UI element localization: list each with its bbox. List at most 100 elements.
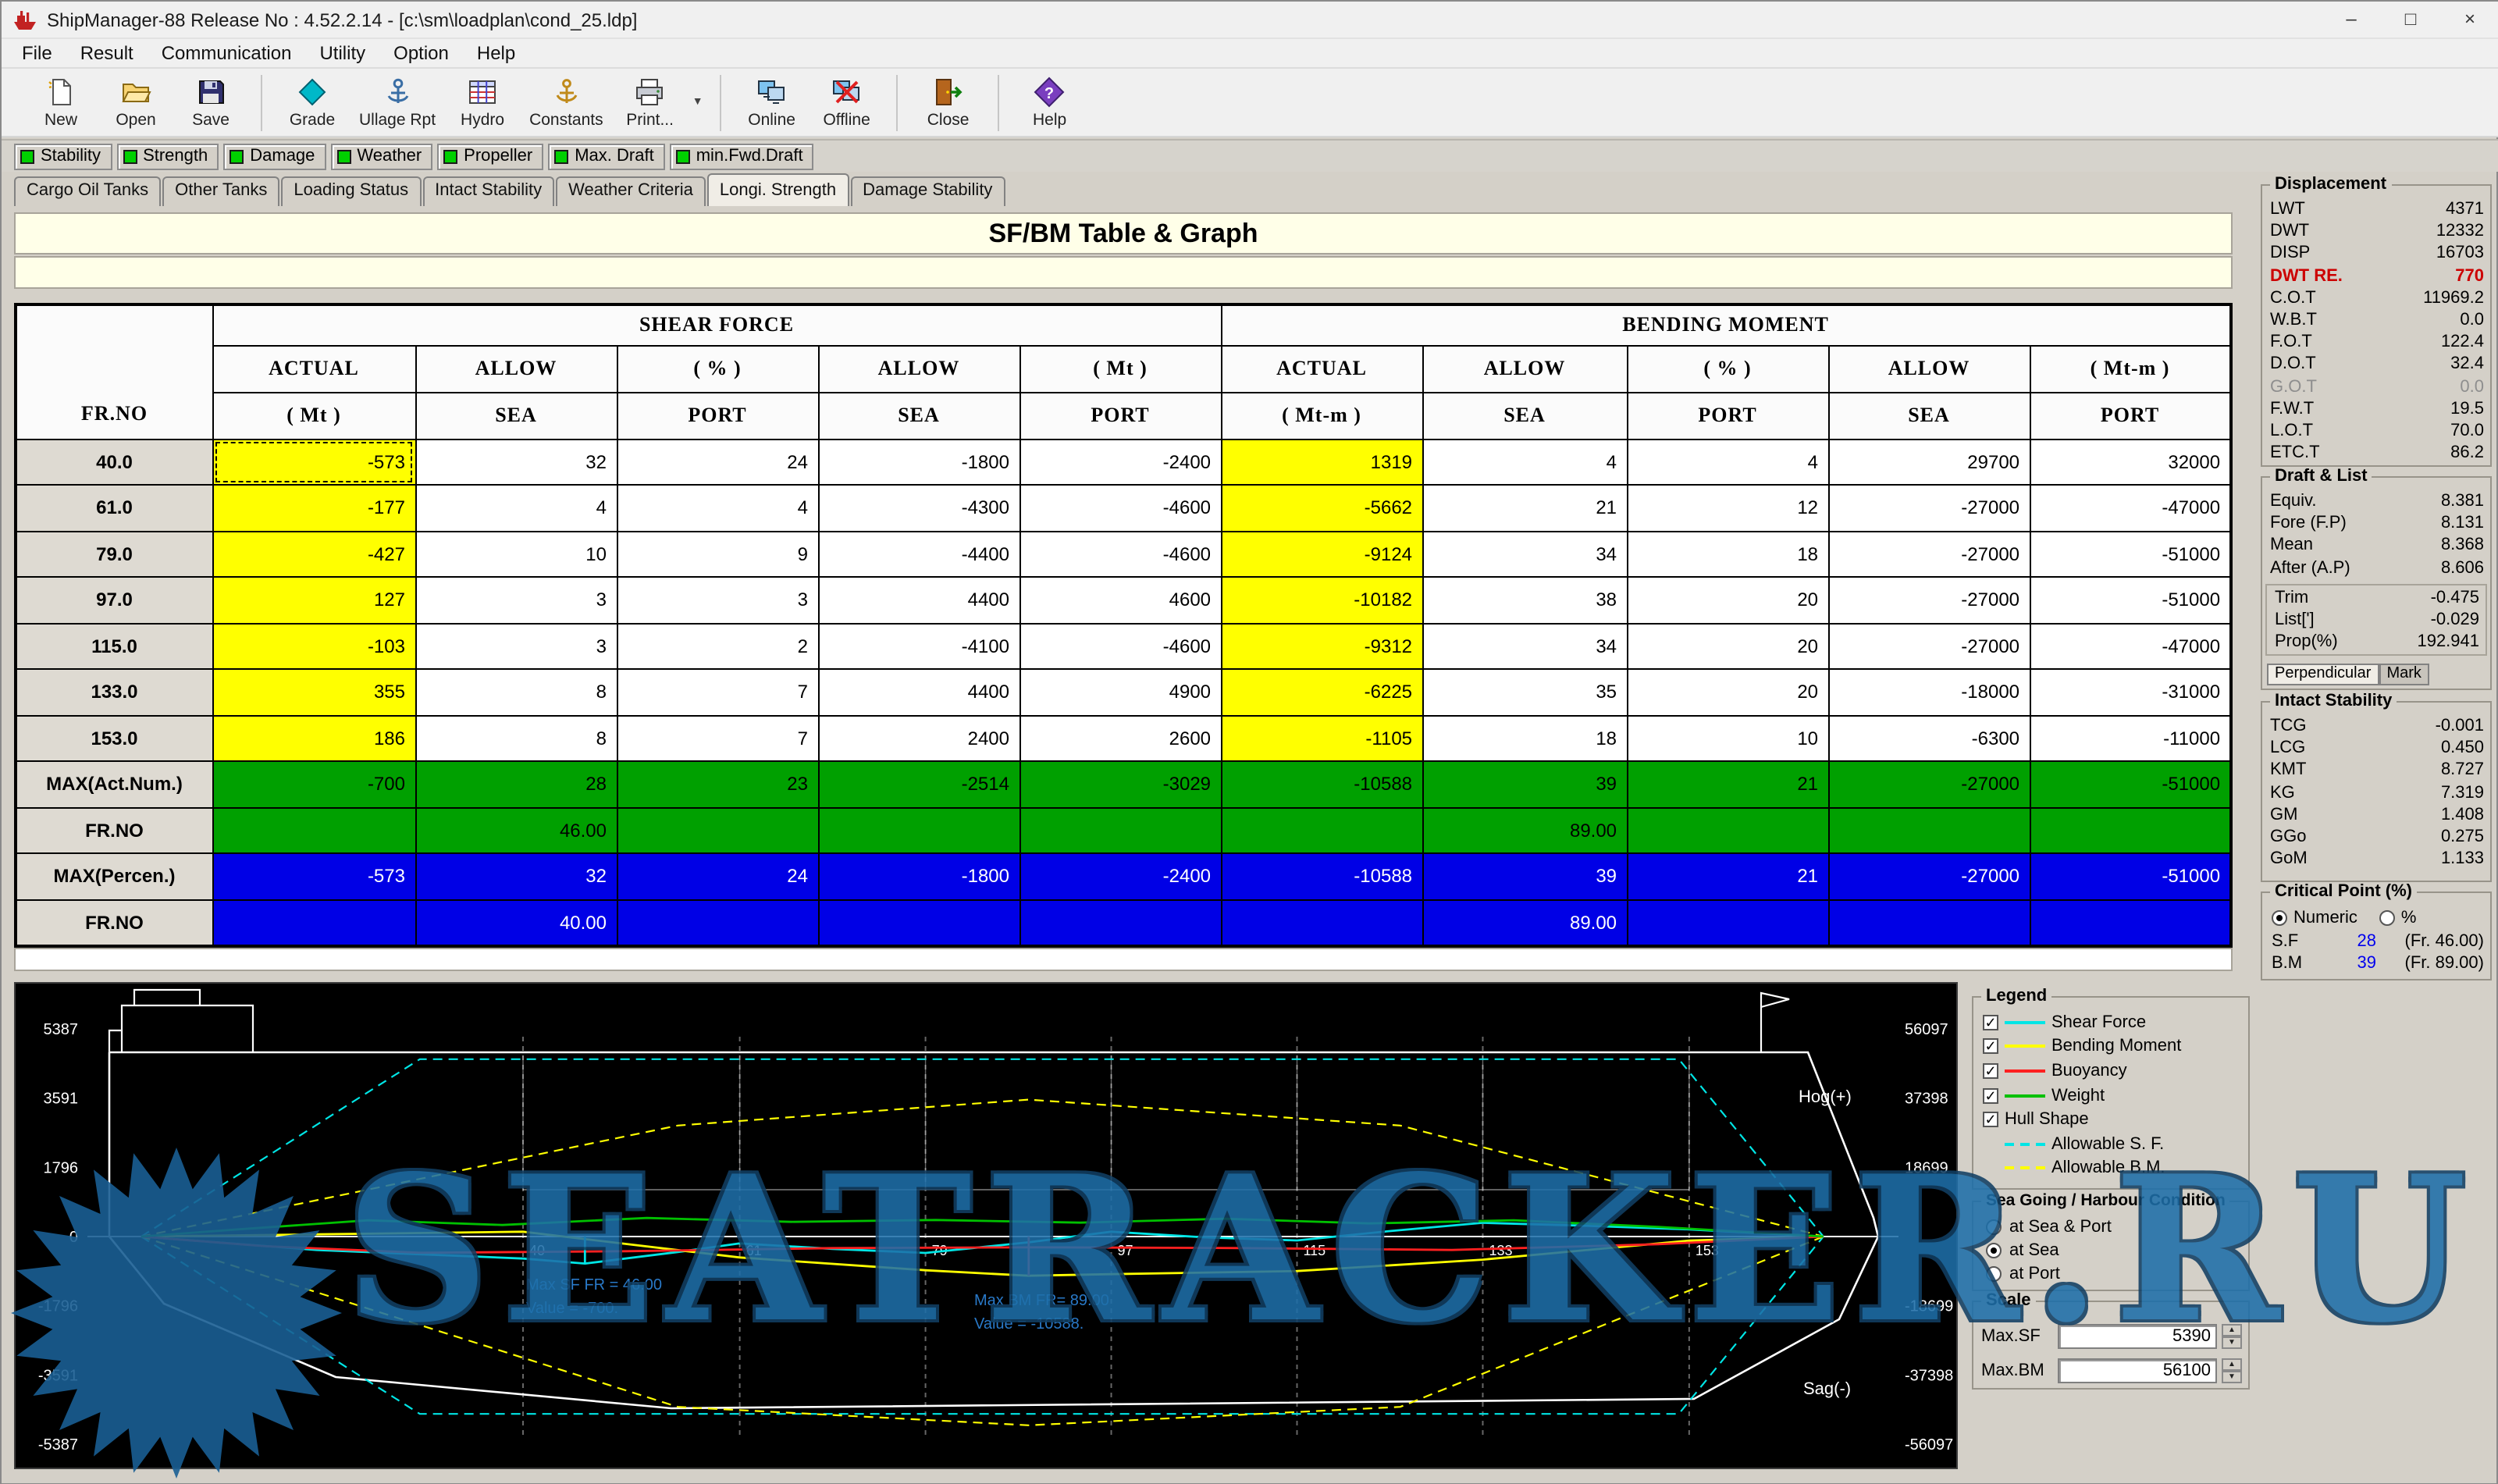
critical-radio-numeric[interactable]: Numeric bbox=[2272, 909, 2357, 927]
radio-icon-numeric[interactable] bbox=[2272, 910, 2287, 926]
cell-97-0-c6[interactable]: 38 bbox=[1422, 577, 1627, 623]
cell-max-percen-c2[interactable]: 24 bbox=[617, 853, 818, 899]
cell-115-0-c2[interactable]: 2 bbox=[617, 623, 818, 669]
cell-max-percen-c3[interactable]: -1800 bbox=[818, 853, 1019, 899]
cell-133-0-c2[interactable]: 7 bbox=[617, 669, 818, 715]
tab-loading-status[interactable]: Loading Status bbox=[281, 176, 421, 206]
toolbar-hydro-button[interactable]: Hydro bbox=[445, 71, 520, 133]
tab-longi-strength[interactable]: Longi. Strength bbox=[707, 173, 849, 206]
cell-max-act-num-c8[interactable]: -27000 bbox=[1828, 761, 2030, 807]
cell-max-percen-c5[interactable]: -10588 bbox=[1221, 853, 1422, 899]
cell-79-0-c1[interactable]: 10 bbox=[415, 531, 617, 577]
cell-97-0-c5[interactable]: -10182 bbox=[1221, 577, 1422, 623]
cell-153-0-c0[interactable]: 186 bbox=[212, 715, 415, 761]
toolbar-open-button[interactable]: Open bbox=[98, 71, 173, 133]
radio-icon-[interactable] bbox=[2379, 910, 2395, 926]
cell-153-0-c8[interactable]: -6300 bbox=[1828, 715, 2030, 761]
maximize-button[interactable]: □ bbox=[2381, 2, 2440, 39]
spinner-up-icon[interactable]: ▲ bbox=[2222, 1324, 2242, 1336]
cell-79-0-c7[interactable]: 18 bbox=[1627, 531, 1828, 577]
tab-other-tanks[interactable]: Other Tanks bbox=[162, 176, 279, 206]
cell-fr-no-c8[interactable] bbox=[1828, 899, 2030, 945]
cell-40-0-c3[interactable]: -1800 bbox=[818, 439, 1019, 485]
toolbar-help-button[interactable]: ?Help bbox=[1012, 71, 1087, 133]
cell-fr-no-c5[interactable] bbox=[1221, 899, 1422, 945]
cell-153-0-c6[interactable]: 18 bbox=[1422, 715, 1627, 761]
cell-61-0-c2[interactable]: 4 bbox=[617, 485, 818, 531]
print-dropdown-arrow-icon[interactable]: ▼ bbox=[688, 71, 708, 133]
cell-115-0-c7[interactable]: 20 bbox=[1627, 623, 1828, 669]
toolbar-offline-button[interactable]: Offline bbox=[810, 71, 884, 133]
cell-153-0-c9[interactable]: -11000 bbox=[2030, 715, 2231, 761]
cell-133-0-c9[interactable]: -31000 bbox=[2030, 669, 2231, 715]
cell-61-0-c3[interactable]: -4300 bbox=[818, 485, 1019, 531]
cell-fr-no-c6[interactable]: 89.00 bbox=[1422, 899, 1627, 945]
cell-97-0-c1[interactable]: 3 bbox=[415, 577, 617, 623]
radio-icon-at-port[interactable] bbox=[1986, 1265, 2002, 1281]
toolbar-constants-button[interactable]: Constants bbox=[520, 71, 613, 133]
toolbar-print-button[interactable]: Print... bbox=[613, 71, 688, 133]
cell-fr-no-c8[interactable] bbox=[1828, 807, 2030, 853]
toolbar-save-button[interactable]: Save bbox=[173, 71, 248, 133]
cell-115-0-c9[interactable]: -47000 bbox=[2030, 623, 2231, 669]
menu-item-help[interactable]: Help bbox=[463, 38, 529, 68]
cell-max-act-num-c4[interactable]: -3029 bbox=[1019, 761, 1221, 807]
cell-fr-no-c9[interactable] bbox=[2030, 807, 2231, 853]
cell-79-0-c6[interactable]: 34 bbox=[1422, 531, 1627, 577]
tab-cargo-oil-tanks[interactable]: Cargo Oil Tanks bbox=[14, 176, 161, 206]
cell-40-0-c7[interactable]: 4 bbox=[1627, 439, 1828, 485]
cell-fr-no-c9[interactable] bbox=[2030, 899, 2231, 945]
cell-61-0-c5[interactable]: -5662 bbox=[1221, 485, 1422, 531]
cell-97-0-c8[interactable]: -27000 bbox=[1828, 577, 2030, 623]
cell-40-0-c6[interactable]: 4 bbox=[1422, 439, 1627, 485]
cell-max-act-num-c9[interactable]: -51000 bbox=[2030, 761, 2231, 807]
cell-fr-no-c1[interactable]: 40.00 bbox=[415, 899, 617, 945]
toolbar-ullage-rpt-button[interactable]: Ullage Rpt bbox=[350, 71, 445, 133]
cell-fr-no-c4[interactable] bbox=[1019, 899, 1221, 945]
sea-option-at-sea-port[interactable]: at Sea & Port bbox=[1973, 1215, 2248, 1238]
close-button[interactable]: × bbox=[2440, 2, 2498, 39]
cell-40-0-c1[interactable]: 32 bbox=[415, 439, 617, 485]
sea-option-at-sea[interactable]: at Sea bbox=[1973, 1238, 2248, 1262]
cell-115-0-c0[interactable]: -103 bbox=[212, 623, 415, 669]
cell-max-percen-c0[interactable]: -573 bbox=[212, 853, 415, 899]
cell-79-0-c3[interactable]: -4400 bbox=[818, 531, 1019, 577]
checkbox-shear-force[interactable]: ✓ bbox=[1983, 1015, 1998, 1030]
cell-97-0-c7[interactable]: 20 bbox=[1627, 577, 1828, 623]
cell-max-percen-c9[interactable]: -51000 bbox=[2030, 853, 2231, 899]
cell-61-0-c8[interactable]: -27000 bbox=[1828, 485, 2030, 531]
cell-61-0-c7[interactable]: 12 bbox=[1627, 485, 1828, 531]
cell-40-0-c8[interactable]: 29700 bbox=[1828, 439, 2030, 485]
critical-radio-[interactable]: % bbox=[2379, 909, 2417, 927]
cell-97-0-c3[interactable]: 4400 bbox=[818, 577, 1019, 623]
cell-max-percen-c8[interactable]: -27000 bbox=[1828, 853, 2030, 899]
checkbox-bending-moment[interactable]: ✓ bbox=[1983, 1039, 1998, 1055]
cell-fr-no-c5[interactable] bbox=[1221, 807, 1422, 853]
tab-intact-stability[interactable]: Intact Stability bbox=[422, 176, 554, 206]
toolbar-new-button[interactable]: New bbox=[23, 71, 98, 133]
menu-item-result[interactable]: Result bbox=[66, 38, 148, 68]
cell-153-0-c4[interactable]: 2600 bbox=[1019, 715, 1221, 761]
cell-max-act-num-c7[interactable]: 21 bbox=[1627, 761, 1828, 807]
cell-115-0-c5[interactable]: -9312 bbox=[1221, 623, 1422, 669]
radio-icon-at-sea-port[interactable] bbox=[1986, 1219, 2002, 1234]
cell-153-0-c5[interactable]: -1105 bbox=[1221, 715, 1422, 761]
cell-153-0-c7[interactable]: 10 bbox=[1627, 715, 1828, 761]
cell-61-0-c0[interactable]: -177 bbox=[212, 485, 415, 531]
cell-40-0-c9[interactable]: 32000 bbox=[2030, 439, 2231, 485]
spinner-up-icon[interactable]: ▲ bbox=[2222, 1358, 2242, 1371]
cell-max-act-num-c0[interactable]: -700 bbox=[212, 761, 415, 807]
spinner-down-icon[interactable]: ▼ bbox=[2222, 1371, 2242, 1383]
cell-79-0-c5[interactable]: -9124 bbox=[1221, 531, 1422, 577]
cell-max-act-num-c5[interactable]: -10588 bbox=[1221, 761, 1422, 807]
cell-fr-no-c4[interactable] bbox=[1019, 807, 1221, 853]
cell-153-0-c2[interactable]: 7 bbox=[617, 715, 818, 761]
cell-40-0-c2[interactable]: 24 bbox=[617, 439, 818, 485]
toolbar-grade-button[interactable]: Grade bbox=[275, 71, 350, 133]
cell-97-0-c4[interactable]: 4600 bbox=[1019, 577, 1221, 623]
cell-97-0-c2[interactable]: 3 bbox=[617, 577, 818, 623]
cell-61-0-c1[interactable]: 4 bbox=[415, 485, 617, 531]
cell-153-0-c3[interactable]: 2400 bbox=[818, 715, 1019, 761]
cell-79-0-c4[interactable]: -4600 bbox=[1019, 531, 1221, 577]
max-sf-input[interactable] bbox=[2058, 1324, 2217, 1349]
